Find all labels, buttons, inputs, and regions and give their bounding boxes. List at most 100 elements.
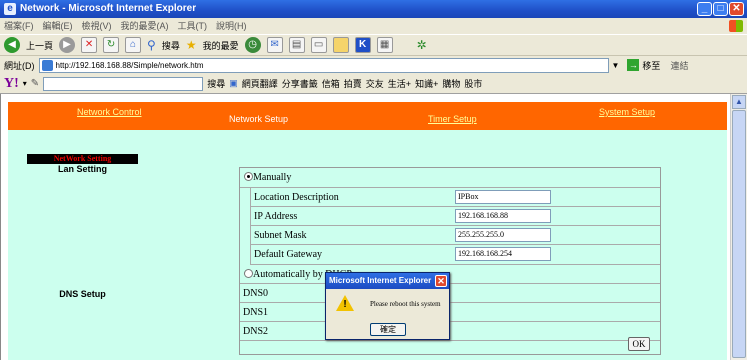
yahoo-logo[interactable]: Y!	[4, 76, 19, 92]
links-button[interactable]: 連結	[670, 59, 688, 72]
gateway-row: Default Gateway 192.168.168.254	[250, 245, 660, 265]
dialog-message: Please reboot this system	[370, 300, 441, 308]
windows-logo-icon	[729, 20, 743, 32]
scroll-thumb[interactable]	[732, 110, 746, 358]
warning-exclamation-icon: !	[343, 299, 347, 310]
yahoo-search-button[interactable]: 搜尋	[207, 77, 225, 90]
minimize-button[interactable]: _	[697, 2, 712, 16]
menu-view[interactable]: 檢視(V)	[82, 18, 112, 34]
dns0-row: DNS0	[240, 284, 660, 303]
dialog-ok-button[interactable]: 確定	[370, 323, 406, 336]
stop-icon[interactable]: ✕	[81, 37, 98, 53]
gateway-label: Default Gateway	[254, 249, 323, 260]
alert-dialog: Microsoft Internet Explorer ✕ ! Please r…	[325, 272, 450, 340]
dns0-label: DNS0	[243, 288, 269, 299]
ip-input[interactable]: 192.168.168.88	[455, 209, 551, 223]
edit-icon[interactable]: ▭	[310, 37, 327, 53]
address-label: 網址(D)	[4, 60, 35, 71]
dialog-close-button[interactable]: ✕	[435, 275, 447, 287]
go-button[interactable]: 移至	[642, 59, 660, 72]
favorites-button-label[interactable]: 我的最愛	[203, 39, 239, 52]
search-button-label[interactable]: 搜尋	[162, 39, 180, 52]
ip-row: IP Address 192.168.168.88	[250, 207, 660, 226]
network-form: Manually Location Description IPBox IP A…	[239, 167, 661, 355]
dns2-row: DNS2	[240, 322, 660, 341]
back-button-label[interactable]: 上一頁	[26, 39, 53, 52]
menu-bar: 檔案(F) 編輯(E) 檢視(V) 我的最愛(A) 工具(T) 說明(H)	[0, 18, 747, 34]
menu-favorites[interactable]: 我的最愛(A)	[121, 18, 169, 34]
sidebar-header: NetWork Setting	[27, 154, 138, 164]
nav-network-control[interactable]: Network Control	[77, 107, 142, 117]
toolbar-item-mail[interactable]: 信箱	[322, 77, 340, 90]
mask-row: Subnet Mask 255.255.255.0	[250, 226, 660, 245]
top-nav: Network Control Network Setup Timer Setu…	[8, 102, 727, 130]
manual-label: Manually	[253, 172, 292, 183]
location-row: Location Description IPBox	[250, 188, 660, 207]
search-icon[interactable]: ⚲	[147, 38, 156, 52]
manual-row: Manually	[240, 168, 660, 188]
home-icon[interactable]: ⌂	[125, 37, 142, 53]
history-icon[interactable]: ◷	[244, 37, 261, 53]
nav-system-setup[interactable]: System Setup	[599, 107, 655, 117]
scroll-up-icon[interactable]: ▲	[732, 95, 746, 109]
mask-input[interactable]: 255.255.255.0	[455, 228, 551, 242]
address-url: http://192.168.168.88/Simple/network.htm	[55, 60, 204, 70]
dhcp-row: Automatically by DHCP	[240, 265, 660, 284]
back-arrow-icon[interactable]: ◀	[4, 37, 20, 53]
ok-button[interactable]: OK	[628, 337, 650, 351]
network-icon[interactable]: ✲	[417, 38, 427, 52]
mail-icon[interactable]: ✉	[266, 37, 283, 53]
maximize-button[interactable]: □	[713, 2, 728, 16]
close-button[interactable]: ✕	[729, 2, 744, 16]
dhcp-radio[interactable]	[244, 269, 253, 278]
dns2-label: DNS2	[243, 326, 269, 337]
ie-icon: e	[4, 3, 16, 15]
dialog-title: Microsoft Internet Explorer ✕	[326, 273, 449, 289]
submit-row: OK	[240, 337, 660, 355]
toolbar-item-life[interactable]: 生活+	[388, 77, 411, 90]
toolbar-item-knowledge[interactable]: 知識+	[415, 77, 438, 90]
menu-help[interactable]: 說明(H)	[216, 18, 247, 34]
browser-window: e Network - Microsoft Internet Explorer …	[0, 0, 747, 360]
menu-edit[interactable]: 編輯(E)	[43, 18, 73, 34]
menu-tools[interactable]: 工具(T)	[178, 18, 208, 34]
location-input[interactable]: IPBox	[455, 190, 551, 204]
vertical-scrollbar[interactable]: ▲	[730, 94, 747, 360]
pen-icon[interactable]: ✎	[31, 78, 39, 89]
standard-toolbar: ◀ 上一頁 ▶ ✕ ↻ ⌂ ⚲ 搜尋 ★ 我的最愛 ◷ ✉ ▤ ▭ K ▦ ✲	[0, 34, 747, 56]
yahoo-search-input[interactable]	[43, 76, 204, 91]
folder-icon[interactable]	[332, 37, 349, 53]
nav-timer-setup[interactable]: Timer Setup	[428, 114, 477, 124]
refresh-icon[interactable]: ↻	[103, 37, 120, 53]
menu-file[interactable]: 檔案(F)	[4, 18, 34, 34]
dialog-title-text: Microsoft Internet Explorer	[329, 276, 432, 285]
dns1-label: DNS1	[243, 307, 269, 318]
yahoo-dropdown-icon[interactable]: ▾	[23, 79, 27, 88]
sidebar-dns-setup: DNS Setup	[59, 289, 106, 299]
address-input[interactable]: http://192.168.168.88/Simple/network.htm	[38, 57, 609, 73]
mask-label: Subnet Mask	[254, 230, 307, 241]
messenger-icon[interactable]: K	[354, 37, 371, 53]
print-icon[interactable]: ▤	[288, 37, 305, 53]
toolbar-item-icon[interactable]: ▣	[229, 78, 238, 89]
address-bar: 網址(D) http://192.168.168.88/Simple/netwo…	[0, 56, 747, 74]
ip-label: IP Address	[254, 211, 298, 222]
yahoo-toolbar: Y! ▾ ✎ 搜尋 ▣ 網頁翻譯 分享書籤 信箱 拍賣 交友 生活+ 知識+ 購…	[0, 74, 747, 94]
gateway-input[interactable]: 192.168.168.254	[455, 247, 551, 261]
address-dropdown-icon[interactable]: ▼	[612, 61, 620, 70]
toolbar-item-auction[interactable]: 拍賣	[344, 77, 362, 90]
title-bar: e Network - Microsoft Internet Explorer …	[0, 0, 747, 18]
research-icon[interactable]: ▦	[376, 37, 393, 53]
toolbar-item-shopping[interactable]: 購物	[442, 77, 460, 90]
manual-radio[interactable]	[244, 172, 253, 181]
location-label: Location Description	[254, 192, 339, 203]
go-arrow-icon[interactable]: →	[627, 59, 640, 71]
toolbar-item-dating[interactable]: 交友	[366, 77, 384, 90]
toolbar-item-translate[interactable]: 網頁翻譯	[242, 77, 278, 90]
nav-network-setup: Network Setup	[229, 114, 289, 124]
toolbar-item-bookmarks[interactable]: 分享書籤	[282, 77, 318, 90]
page-icon	[41, 59, 53, 71]
toolbar-item-stocks[interactable]: 股市	[464, 77, 482, 90]
forward-arrow-icon[interactable]: ▶	[59, 37, 76, 53]
favorites-star-icon[interactable]: ★	[186, 38, 197, 52]
